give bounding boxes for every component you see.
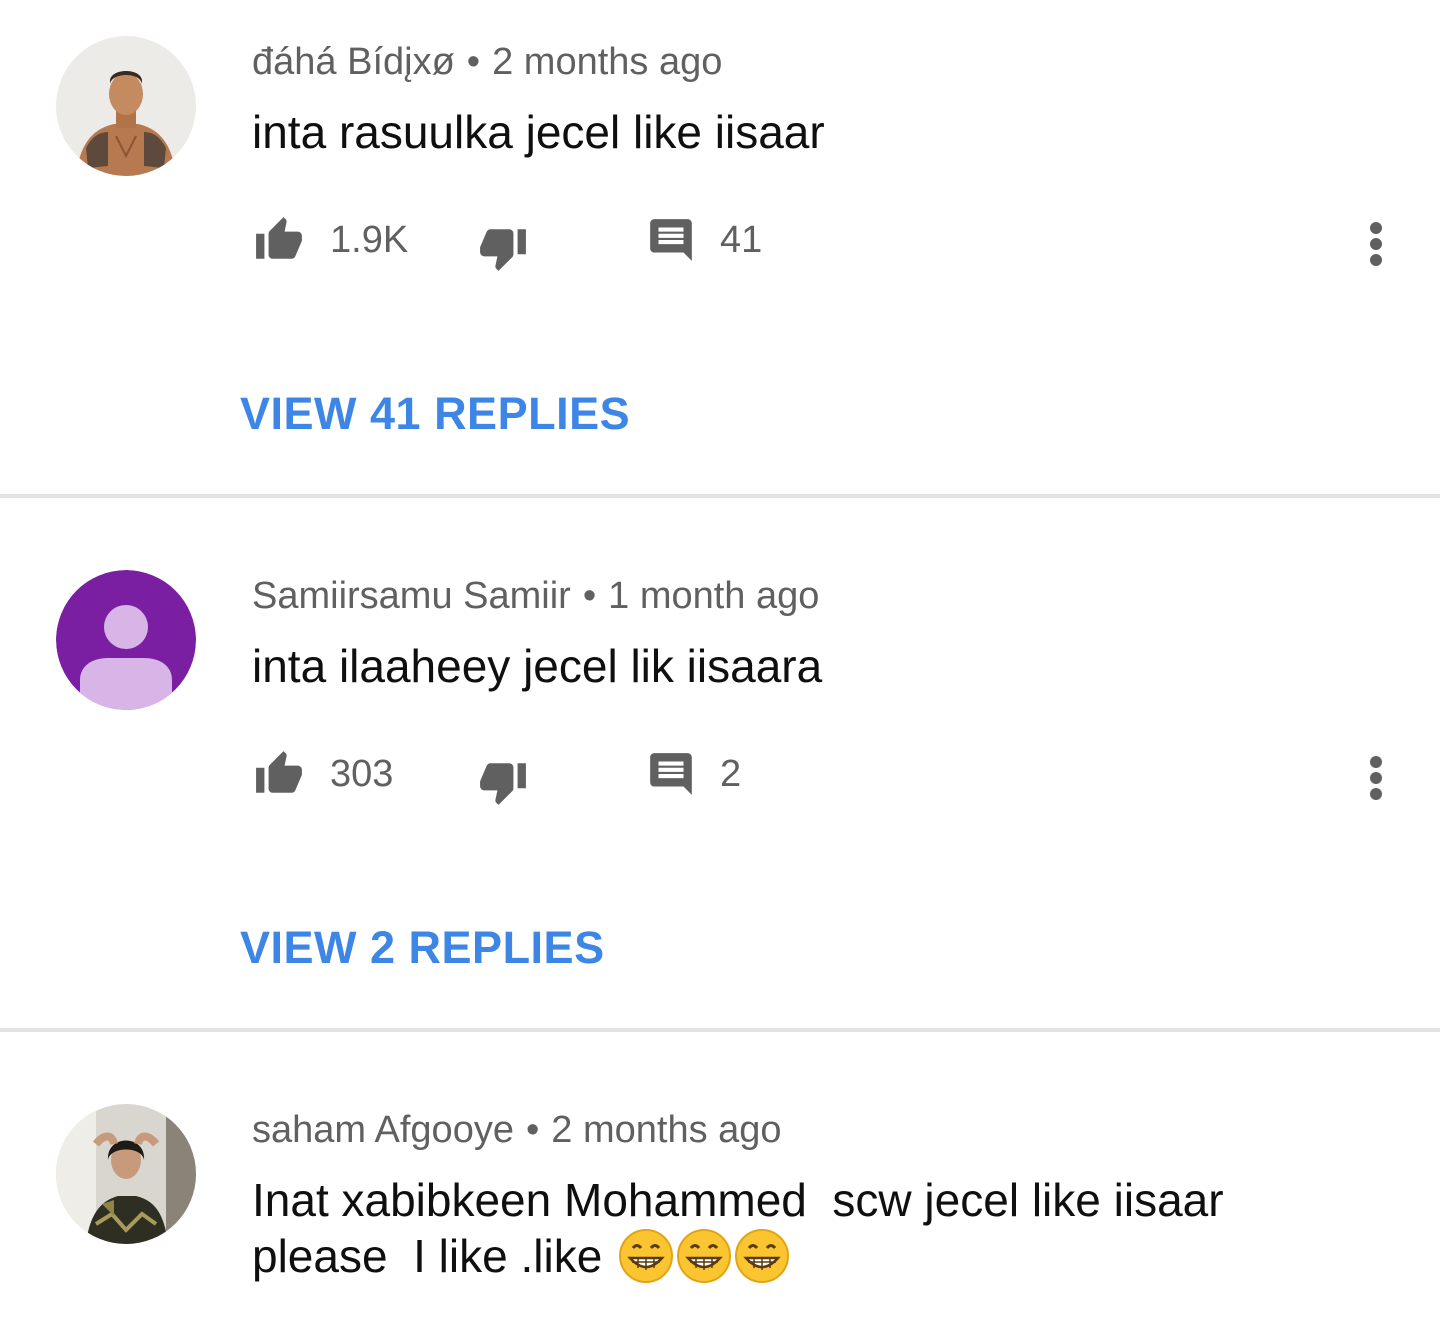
more-options-button[interactable] [1356,748,1396,808]
thumbs-up-icon [256,217,302,259]
more-vert-icon [1370,222,1382,266]
grinning-face-emoji [676,1228,732,1296]
like-button[interactable]: 303 [252,746,393,802]
comment-text: Inat xabibkeen Mohammed scw jecel like i… [252,1172,1372,1296]
comment-text-segment: please I like .like [252,1230,603,1282]
grinning-face-emoji [618,1228,674,1296]
author-name[interactable]: saham Afgooye [252,1109,514,1151]
author-name[interactable]: đáhá Bídįxø [252,41,455,83]
comment-text-line: Inat xabibkeen Mohammed scw jecel like i… [252,1174,1224,1226]
comment-icon [650,753,692,795]
avatar[interactable] [56,1104,196,1244]
more-options-button[interactable] [1356,214,1396,274]
divider [0,1028,1440,1032]
comment-time: 2 months ago [551,1109,782,1151]
photo-man-avatar [56,36,196,176]
view-replies-button[interactable]: VIEW 2 REPLIES [240,922,605,974]
reply-button[interactable]: 41 [646,212,762,268]
view-replies-button[interactable]: VIEW 41 REPLIES [240,388,630,440]
dislike-button[interactable] [476,754,530,810]
dislike-button[interactable] [476,220,530,276]
separator-dot: • [525,1109,540,1151]
comment-text: inta rasuulka jecel like iisaar [252,106,825,158]
reply-count: 2 [720,752,742,795]
like-count: 1.9K [330,218,409,261]
comment-text: inta ilaaheey jecel lik iisaara [252,640,823,692]
thumbs-down-icon [480,229,526,271]
separator-dot: • [466,41,481,83]
reply-button[interactable]: 2 [646,746,741,802]
photo-woman-avatar [56,1104,196,1244]
comment-time: 1 month ago [608,575,820,617]
comment-meta: saham Afgooye • 2 months ago [252,1108,782,1152]
like-count: 303 [330,752,394,795]
divider [0,494,1440,498]
comment-text-line: please I like .like [252,1228,1372,1296]
author-name[interactable]: Samiirsamu Samiir [252,575,571,617]
reply-count: 41 [720,218,763,261]
avatar[interactable] [56,36,196,176]
grinning-face-emoji [734,1228,790,1296]
separator-dot: • [582,575,597,617]
thumbs-down-icon [480,763,526,805]
comment-meta: Samiirsamu Samiir • 1 month ago [252,574,819,618]
like-button[interactable]: 1.9K [252,212,408,268]
thumbs-up-icon [256,751,302,793]
emoji-group [618,1228,792,1296]
default-person-avatar [56,570,196,710]
comment-meta: đáhá Bídįxø • 2 months ago [252,40,722,84]
comment-time: 2 months ago [492,41,723,83]
more-vert-icon [1370,756,1382,800]
avatar[interactable] [56,570,196,710]
comment-icon [650,219,692,261]
